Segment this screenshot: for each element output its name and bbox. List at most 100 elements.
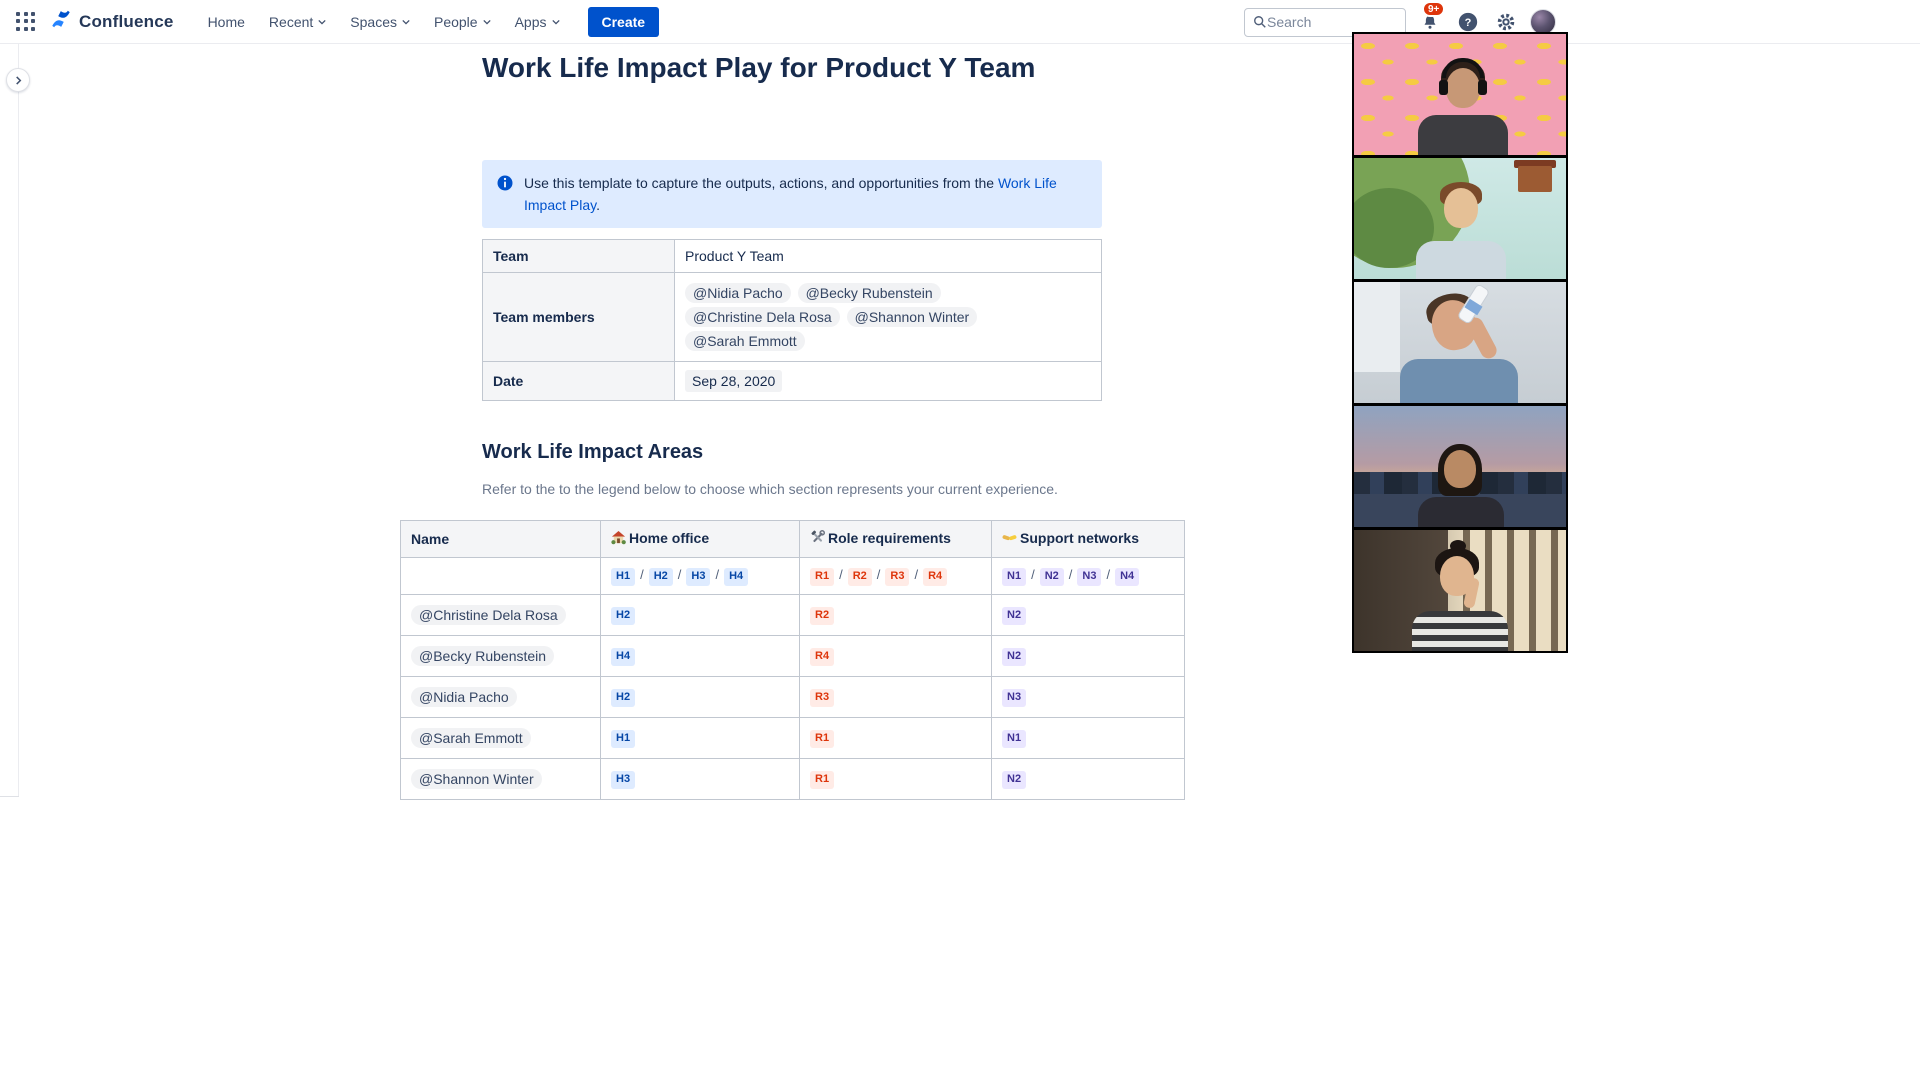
svg-text:?: ? — [1465, 17, 1472, 29]
row-home-cell: H2 — [600, 593, 800, 636]
mention-chip[interactable]: @Shannon Winter — [411, 768, 542, 789]
participant-silhouette — [1418, 115, 1508, 155]
date-lozenge[interactable]: Sep 28, 2020 — [685, 370, 783, 392]
video-tile-participant-2[interactable] — [1354, 158, 1566, 279]
notification-badge: 9+ — [1422, 1, 1446, 17]
column-header-label: Home office — [629, 530, 710, 546]
legend-separator: / — [1031, 567, 1035, 582]
info-text-after: . — [596, 197, 600, 213]
status-lozenge: H3 — [611, 770, 636, 789]
team-label-cell: Team — [482, 239, 675, 273]
gear-icon — [1497, 13, 1515, 31]
video-tile-participant-4[interactable] — [1354, 406, 1566, 527]
nav-item-label: Spaces — [350, 13, 397, 30]
brand-name: Confluence — [79, 11, 174, 31]
row-network-cell: N3 — [991, 675, 1185, 718]
status-lozenge: N2 — [1002, 647, 1027, 666]
mention-chip[interactable]: @Sarah Emmott — [411, 727, 531, 748]
impact-areas-table: Name Home office Role requirements Suppo… — [400, 520, 1185, 800]
column-header-role-requirements: Role requirements — [799, 520, 992, 558]
status-lozenge: R4 — [923, 568, 948, 586]
table-row: Date Sep 28, 2020 — [482, 361, 1102, 401]
mention-chip[interactable]: @Nidia Pacho — [411, 686, 517, 707]
legend-separator: / — [715, 567, 720, 582]
legend-separator: / — [839, 567, 843, 582]
row-role-cell: R2 — [799, 593, 992, 636]
row-role-cell: R1 — [799, 757, 992, 800]
status-lozenge: H2 — [611, 688, 636, 707]
search-input[interactable] — [1267, 14, 1387, 30]
video-tile-participant-3[interactable] — [1354, 282, 1566, 403]
chevron-down-icon — [551, 19, 560, 25]
wall-background — [1354, 282, 1400, 372]
participant-silhouette — [1444, 188, 1478, 228]
status-lozenge: H2 — [648, 568, 673, 586]
info-panel-text: Use this template to capture the outputs… — [524, 172, 1088, 216]
participant-silhouette — [1416, 241, 1506, 279]
status-lozenge: H1 — [611, 568, 636, 586]
info-text-before: Use this template to capture the outputs… — [524, 175, 998, 191]
nav-item-label: Recent — [268, 13, 314, 30]
row-name-cell: @Shannon Winter — [400, 757, 601, 800]
chevron-down-icon — [318, 19, 326, 25]
mention-chip[interactable]: @Shannon Winter — [846, 307, 978, 327]
mention-chip[interactable]: @Nidia Pacho — [685, 283, 791, 303]
mention-chip[interactable]: @Becky Rubenstein — [797, 283, 941, 303]
nav-item-label: Home — [207, 13, 245, 30]
status-lozenge: R3 — [810, 688, 835, 707]
nav-item-label: Apps — [514, 13, 547, 30]
team-details-table: Team Product Y Team Team members @Nidia … — [482, 239, 1102, 401]
nav-item-recent[interactable]: Recent — [261, 8, 334, 36]
row-network-cell: N2 — [991, 593, 1185, 636]
row-network-cell: N2 — [991, 634, 1185, 677]
sidebar-expand-button[interactable] — [6, 68, 30, 92]
row-role-cell: R1 — [799, 716, 992, 759]
status-lozenge: N2 — [1002, 770, 1027, 789]
video-tile-participant-5[interactable] — [1354, 530, 1566, 651]
confluence-logo[interactable]: Confluence — [50, 8, 174, 35]
row-network-cell: N2 — [991, 757, 1185, 800]
chevron-down-icon — [402, 19, 410, 25]
page-title: Work Life Impact Play for Product Y Team — [482, 52, 1036, 83]
sidebar-footer-divider — [0, 796, 19, 797]
mention-chip[interactable]: @Sarah Emmott — [685, 331, 805, 351]
mention-chip[interactable]: @Becky Rubenstein — [411, 645, 555, 666]
row-home-cell: H2 — [600, 675, 800, 718]
nav-item-people[interactable]: People — [426, 8, 499, 36]
column-header-label: Support networks — [1020, 530, 1140, 546]
legend-separator: / — [876, 567, 881, 582]
status-lozenge: H4 — [724, 568, 749, 586]
nav-item-apps[interactable]: Apps — [507, 8, 568, 36]
legend-role-cell: R1 / R2 / R3 / R4 — [799, 557, 992, 595]
table-row: Team members @Nidia Pacho @Becky Rubenst… — [482, 272, 1102, 362]
status-lozenge: N3 — [1002, 688, 1027, 707]
question-circle-icon: ? — [1458, 12, 1478, 32]
legend-home-cell: H1 / H2 / H3 / H4 — [600, 557, 800, 595]
status-lozenge: R1 — [810, 568, 835, 586]
top-navigation-bar: Confluence Home Recent Spaces People App… — [0, 0, 1920, 44]
team-value-cell: Product Y Team — [674, 239, 1102, 273]
legend-separator: / — [677, 567, 682, 582]
create-button[interactable]: Create — [587, 6, 660, 37]
row-name-cell: @Nidia Pacho — [400, 675, 601, 718]
status-lozenge: N3 — [1077, 568, 1102, 586]
status-lozenge: R1 — [810, 729, 835, 748]
legend-network-cell: N1 / N2 / N3 / N4 — [991, 557, 1185, 595]
table-row: @Shannon Winter H3 R1 N2 — [400, 757, 1185, 800]
team-members-label-cell: Team members — [482, 272, 675, 362]
nav-item-home[interactable]: Home — [200, 8, 253, 36]
status-lozenge: N2 — [1039, 568, 1064, 586]
nav-item-label: People — [433, 13, 478, 30]
mention-chip[interactable]: @Christine Dela Rosa — [685, 307, 840, 327]
app-switcher-icon[interactable] — [12, 8, 40, 36]
row-network-cell: N1 — [991, 716, 1185, 759]
primary-nav: Home Recent Spaces People Apps — [200, 8, 568, 36]
status-lozenge: R2 — [810, 606, 835, 625]
status-lozenge: R2 — [847, 568, 872, 586]
nav-item-spaces[interactable]: Spaces — [342, 8, 418, 36]
table-header-row: Name Home office Role requirements Suppo… — [400, 520, 1185, 558]
video-tile-participant-1[interactable] — [1354, 34, 1566, 155]
legend-separator: / — [1106, 567, 1111, 582]
column-header-name: Name — [400, 520, 601, 558]
mention-chip[interactable]: @Christine Dela Rosa — [411, 604, 566, 625]
